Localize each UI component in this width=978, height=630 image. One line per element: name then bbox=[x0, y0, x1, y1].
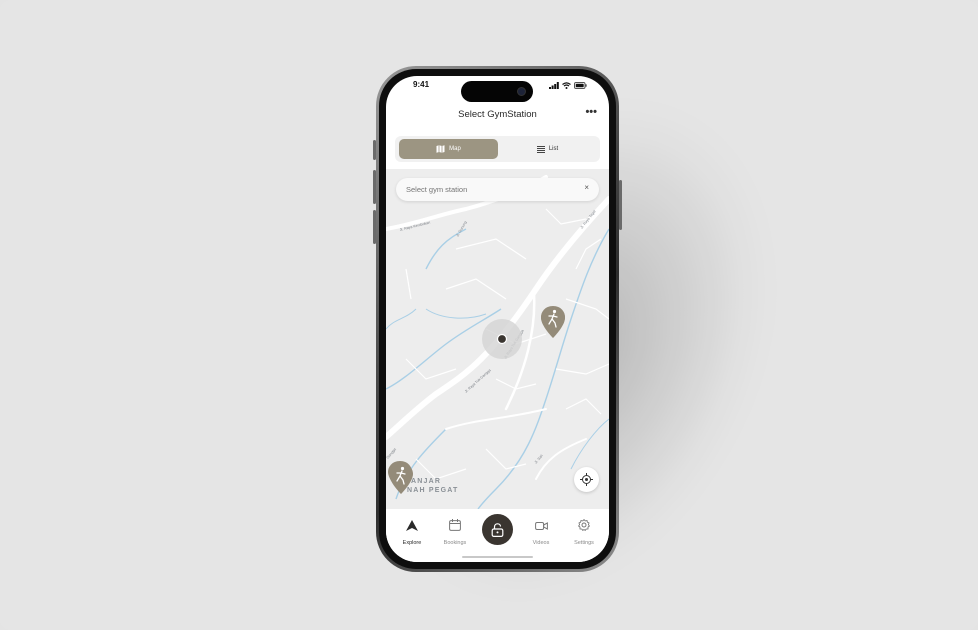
silent-switch bbox=[373, 140, 376, 160]
map-view-button[interactable]: Map bbox=[399, 139, 498, 159]
signal-icon bbox=[549, 82, 559, 89]
wifi-icon bbox=[562, 82, 571, 89]
more-options-button[interactable]: ••• bbox=[585, 106, 597, 118]
calendar-icon bbox=[449, 519, 461, 531]
tab-settings[interactable]: Settings bbox=[562, 518, 606, 546]
gym-pin-icon bbox=[541, 306, 565, 337]
map-view[interactable]: Jl. Raya Kerobokan Jl. Gunung Jl. Raya T… bbox=[386, 169, 609, 509]
unlock-button[interactable] bbox=[482, 514, 513, 545]
search-bar[interactable]: × bbox=[396, 178, 599, 201]
list-view-button[interactable]: List bbox=[498, 139, 597, 159]
tab-label: Explore bbox=[402, 540, 422, 546]
tab-videos[interactable]: Videos bbox=[519, 518, 563, 546]
camera-icon bbox=[517, 87, 526, 96]
tab-label: Bookings bbox=[443, 540, 467, 546]
search-input[interactable] bbox=[406, 183, 576, 196]
place-label: ANJAR bbox=[411, 478, 442, 485]
locate-me-button[interactable] bbox=[574, 467, 599, 492]
status-bar: 9:41 bbox=[386, 76, 609, 102]
dynamic-island bbox=[461, 81, 533, 102]
phone-screen: 9:41 Select GymStation ••• Map List Jl. … bbox=[386, 76, 609, 562]
place-label: NAH PEGAT bbox=[407, 487, 459, 494]
map-icon bbox=[436, 145, 445, 153]
video-icon bbox=[534, 522, 548, 530]
volume-down-button bbox=[373, 210, 376, 244]
tab-bookings[interactable]: Bookings bbox=[433, 518, 477, 546]
explore-icon bbox=[406, 520, 418, 531]
page-header: Select GymStation ••• bbox=[386, 106, 609, 126]
map-canvas: Jl. Raya Kerobokan Jl. Gunung Jl. Raya T… bbox=[386, 169, 609, 509]
home-indicator[interactable] bbox=[462, 556, 533, 558]
power-button bbox=[619, 180, 622, 230]
tab-label: Settings bbox=[574, 540, 594, 546]
clear-search-button[interactable]: × bbox=[584, 183, 589, 192]
unlock-icon bbox=[491, 522, 504, 537]
map-view-label: Map bbox=[449, 146, 461, 152]
list-view-label: List bbox=[548, 146, 559, 152]
volume-up-button bbox=[373, 170, 376, 204]
status-icons bbox=[549, 82, 587, 89]
tab-label: Videos bbox=[532, 540, 550, 546]
status-time: 9:41 bbox=[413, 80, 430, 89]
view-toggle: Map List bbox=[395, 136, 600, 162]
page-title: Select GymStation bbox=[458, 109, 537, 120]
crosshair-icon bbox=[580, 473, 593, 486]
battery-icon bbox=[574, 82, 587, 89]
user-location bbox=[482, 319, 522, 359]
gear-icon bbox=[577, 518, 591, 532]
list-icon bbox=[536, 145, 545, 153]
tab-explore[interactable]: Explore bbox=[390, 518, 434, 546]
